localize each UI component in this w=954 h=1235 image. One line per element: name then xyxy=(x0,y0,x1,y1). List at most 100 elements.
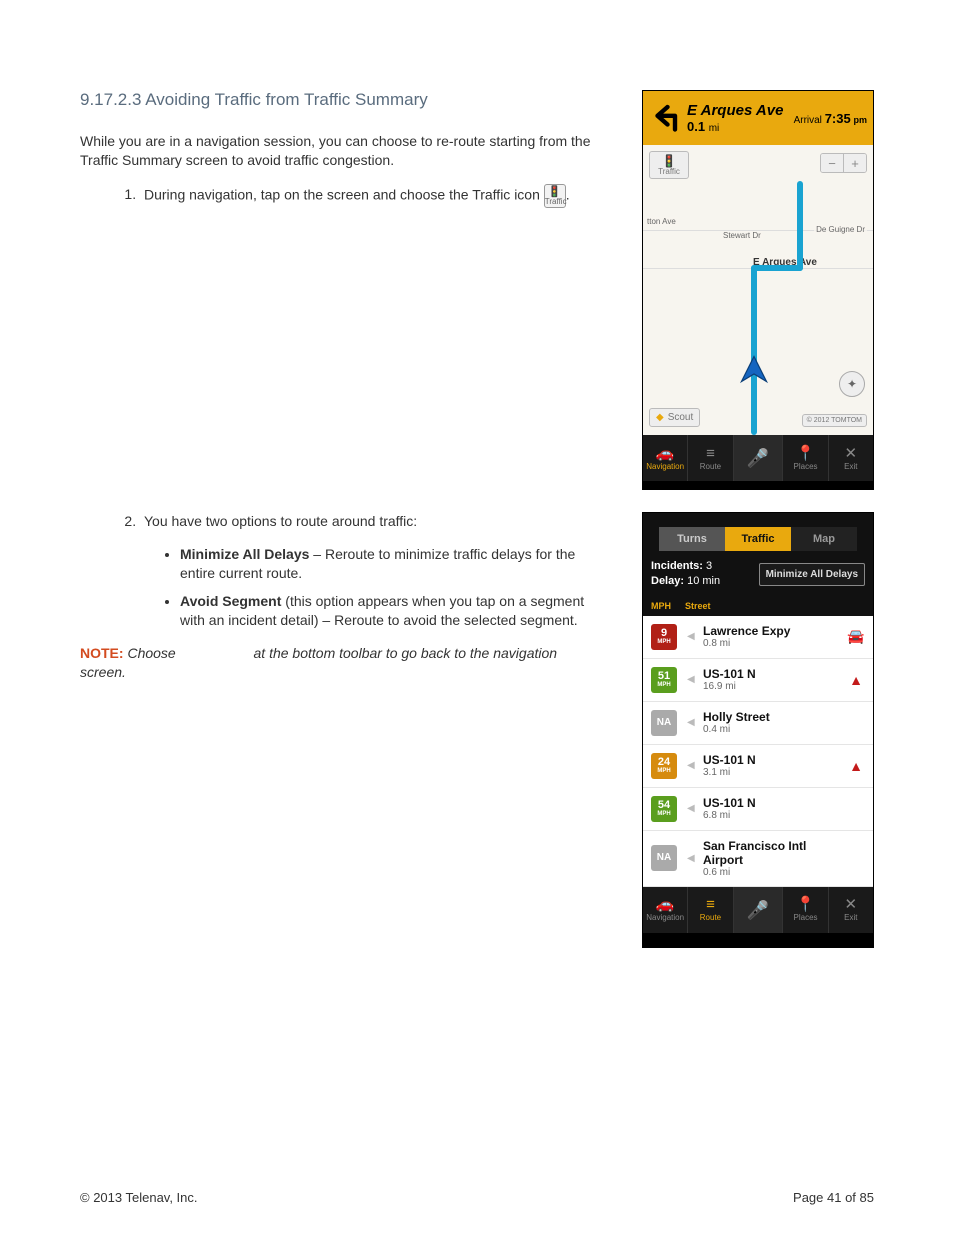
option-avoid: Avoid Segment (this option appears when … xyxy=(180,592,600,630)
screenshot-traffic-summary: Turns Traffic Map Incidents: 3 Delay: 10… xyxy=(642,512,874,948)
compass-button[interactable]: ✦ xyxy=(839,371,865,397)
tab-map[interactable]: Map xyxy=(791,527,857,551)
traffic-light-icon: 🚦 xyxy=(650,155,688,167)
toolbar-route[interactable]: ≡ Route xyxy=(687,887,732,933)
scout-label: Scout xyxy=(668,412,694,423)
toolbar-label: Route xyxy=(700,462,721,471)
toolbar-label: Navigation xyxy=(646,913,684,922)
zoom-control: − + xyxy=(820,153,867,173)
step-2: You have two options to route around tra… xyxy=(140,512,600,531)
col-street: Street xyxy=(685,601,711,611)
step-1-text: During navigation, tap on the screen and… xyxy=(144,186,540,202)
note-paragraph: NOTE: Choose at the bottom toolbar to go… xyxy=(80,644,600,682)
traffic-stats: Incidents: 3 Delay: 10 min xyxy=(651,559,720,590)
tab-turns[interactable]: Turns xyxy=(659,527,725,551)
toolbar-voice[interactable]: 🎤 xyxy=(733,887,783,933)
tab-bar: Turns Traffic Map xyxy=(643,513,873,551)
step-2-lead: You have two options to route around tra… xyxy=(144,513,417,529)
car-icon: 🚘 xyxy=(847,628,865,645)
nav-distance-unit: mi xyxy=(709,123,720,134)
note-label: NOTE: xyxy=(80,645,124,661)
segment-text: San Francisco Intl Airport0.6 mi xyxy=(703,839,837,878)
segment-distance: 16.9 mi xyxy=(703,681,837,692)
toolbar-label: Places xyxy=(794,462,818,471)
caret-icon: ◀ xyxy=(687,717,693,728)
segment-text: Lawrence Expy0.8 mi xyxy=(703,624,837,649)
page-footer: © 2013 Telenav, Inc. Page 41 of 85 xyxy=(80,1190,874,1205)
caret-icon: ◀ xyxy=(687,631,693,642)
section-title-text: Avoiding Traffic from Traffic Summary xyxy=(145,90,427,109)
toolbar-voice[interactable]: 🎤 xyxy=(733,435,783,481)
bottom-toolbar: 🚗 Navigation ≡ Route 🎤 📍 Places ✕ Exit xyxy=(643,435,873,481)
screenshot-navigation: E Arques Ave 0.1 mi Arrival 7:35 pm tton… xyxy=(642,90,874,490)
segment-row[interactable]: NA◀San Francisco Intl Airport0.6 mi xyxy=(643,831,873,887)
delay-value: 10 min xyxy=(687,575,720,587)
footer-page: Page 41 of 85 xyxy=(793,1190,874,1205)
mic-icon: 🎤 xyxy=(747,901,769,919)
vehicle-cursor-icon xyxy=(739,354,769,387)
map-area[interactable]: tton Ave Stewart Dr De Guigne Dr E Arque… xyxy=(643,145,873,435)
pin-icon: 📍 xyxy=(796,446,815,461)
segment-text: US-101 N3.1 mi xyxy=(703,753,837,778)
intro-paragraph: While you are in a navigation session, y… xyxy=(80,132,600,170)
caret-icon: ◀ xyxy=(687,674,693,685)
tomtom-attribution: © 2012 TOMTOM xyxy=(802,414,867,427)
body-column: 9.17.2.3 Avoiding Traffic from Traffic S… xyxy=(80,90,600,682)
segment-row[interactable]: NA◀Holly Street0.4 mi xyxy=(643,702,873,745)
toolbar-places[interactable]: 📍 Places xyxy=(782,435,827,481)
segment-row[interactable]: 51MPH◀US-101 N16.9 mi▲ xyxy=(643,659,873,702)
incidents-value: 3 xyxy=(706,560,712,572)
zoom-out-button[interactable]: − xyxy=(821,154,843,172)
bottom-toolbar: 🚗 Navigation ≡ Route 🎤 📍 Places ✕ Exit xyxy=(643,887,873,933)
toolbar-places[interactable]: 📍 Places xyxy=(782,887,827,933)
scout-icon: ◆ xyxy=(656,412,664,423)
caret-icon: ◀ xyxy=(687,853,693,864)
col-mph: MPH xyxy=(651,601,671,611)
segment-name: San Francisco Intl Airport xyxy=(703,839,837,867)
option-avoid-title: Avoid Segment xyxy=(180,593,281,609)
segment-row[interactable]: 54MPH◀US-101 N6.8 mi xyxy=(643,788,873,831)
minimize-all-delays-button[interactable]: Minimize All Delays xyxy=(759,563,865,586)
toolbar-navigation[interactable]: 🚗 Navigation xyxy=(643,435,687,481)
warning-icon: ▲ xyxy=(847,758,865,774)
section-heading: 9.17.2.3 Avoiding Traffic from Traffic S… xyxy=(80,90,600,110)
toolbar-label: Route xyxy=(700,913,721,922)
warning-icon: ▲ xyxy=(847,672,865,688)
mph-badge: 54MPH xyxy=(651,796,677,822)
mph-badge: 24MPH xyxy=(651,753,677,779)
delay-label: Delay: xyxy=(651,575,684,587)
toolbar-navigation[interactable]: 🚗 Navigation xyxy=(643,887,687,933)
toolbar-exit[interactable]: ✕ Exit xyxy=(828,887,873,933)
turn-left-icon xyxy=(643,102,687,135)
incidents-label: Incidents: xyxy=(651,560,703,572)
segment-row[interactable]: 24MPH ◀ US-101 N3.1 mi ▲ xyxy=(643,745,873,788)
list-icon: ≡ xyxy=(706,897,715,912)
arrival-ampm: pm xyxy=(854,115,868,125)
caret-icon: ◀ xyxy=(687,803,693,814)
toolbar-route[interactable]: ≡ Route xyxy=(687,435,732,481)
nav-title: E Arques Ave 0.1 mi xyxy=(687,102,794,134)
toolbar-exit[interactable]: ✕ Exit xyxy=(828,435,873,481)
traffic-icon-label: Traffic xyxy=(545,197,567,206)
traffic-icon: 🚦 Traffic xyxy=(544,184,566,208)
option-minimize-title: Minimize All Delays xyxy=(180,546,309,562)
close-icon: ✕ xyxy=(845,897,858,912)
document-page: 9.17.2.3 Avoiding Traffic from Traffic S… xyxy=(0,0,954,1235)
toolbar-label: Exit xyxy=(844,913,857,922)
traffic-summary-row: Incidents: 3 Delay: 10 min Minimize All … xyxy=(643,551,873,598)
caret-icon: ◀ xyxy=(687,760,693,771)
nav-distance-value: 0.1 xyxy=(687,119,705,134)
step-1: During navigation, tap on the screen and… xyxy=(140,184,600,208)
note-pre: Choose xyxy=(127,645,175,661)
segment-distance: 6.8 mi xyxy=(703,810,837,821)
segment-row[interactable]: 9MPH◀Lawrence Expy0.8 mi🚘 xyxy=(643,616,873,659)
car-icon: 🚗 xyxy=(656,897,675,912)
zoom-in-button[interactable]: + xyxy=(843,154,866,172)
section-number: 9.17.2.3 xyxy=(80,90,141,109)
mph-badge: NA xyxy=(651,710,677,736)
tab-traffic[interactable]: Traffic xyxy=(725,527,791,551)
pin-icon: 📍 xyxy=(796,897,815,912)
traffic-button[interactable]: 🚦 Traffic xyxy=(649,151,689,179)
map-label: De Guigne Dr xyxy=(814,225,867,234)
arrival-label: Arrival xyxy=(794,115,822,126)
